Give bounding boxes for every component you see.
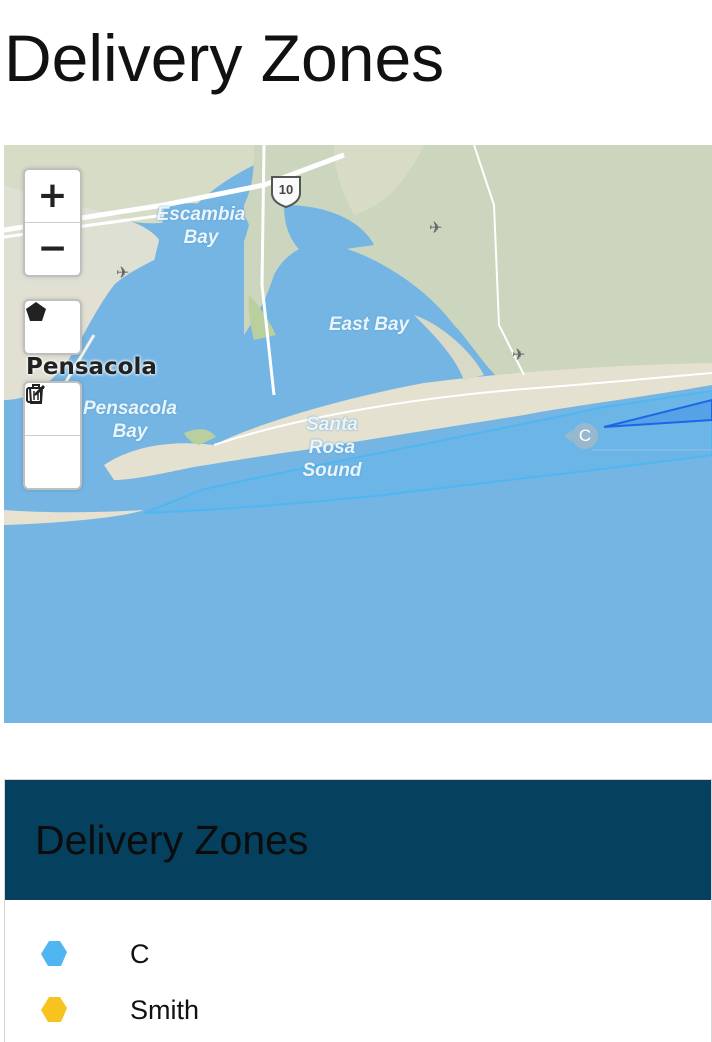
draw-control	[23, 299, 82, 355]
zone-color-swatch	[41, 997, 67, 1022]
draw-polygon-button[interactable]	[25, 301, 80, 353]
santa-rosa-sound-label: Santa Rosa Sound	[302, 414, 362, 481]
trash-icon	[28, 384, 44, 404]
zoom-out-button[interactable]: −	[25, 222, 80, 275]
pentagon-icon	[26, 302, 46, 321]
page-title: Delivery Zones	[4, 21, 445, 95]
pensacola-bay-label: Pensacola Bay	[83, 398, 177, 442]
map[interactable]: 10 ✈ ✈ ✈ Escambia Bay East Bay Pensacola…	[4, 145, 712, 723]
highway-shield-label: 10	[279, 182, 293, 197]
city-label-pensacola: Pensacola	[26, 354, 157, 380]
east-bay-label: East Bay	[328, 314, 410, 335]
zone-color-swatch	[41, 941, 67, 966]
svg-text:✈: ✈	[116, 265, 129, 282]
zone-name: Smith	[130, 994, 200, 1025]
panel-header: Delivery Zones	[5, 780, 711, 900]
zoom-control: + −	[23, 168, 82, 277]
svg-text:✈: ✈	[429, 220, 442, 237]
zoom-in-button[interactable]: +	[25, 170, 80, 222]
panel-title: Delivery Zones	[35, 816, 309, 863]
delivery-zones-panel: Delivery Zones C Smith	[4, 779, 712, 1042]
zone-name: C	[130, 938, 150, 969]
zone-list-item[interactable]: Smith	[5, 982, 711, 1038]
escambia-bay-label: Escambia Bay	[156, 204, 246, 248]
zone-list: C Smith	[5, 900, 711, 1038]
edit-control	[23, 381, 82, 490]
zone-marker-c[interactable]: C	[564, 423, 598, 449]
delete-layers-button[interactable]	[25, 384, 80, 488]
zone-list-item[interactable]: C	[5, 926, 711, 982]
svg-text:✈: ✈	[512, 347, 525, 364]
